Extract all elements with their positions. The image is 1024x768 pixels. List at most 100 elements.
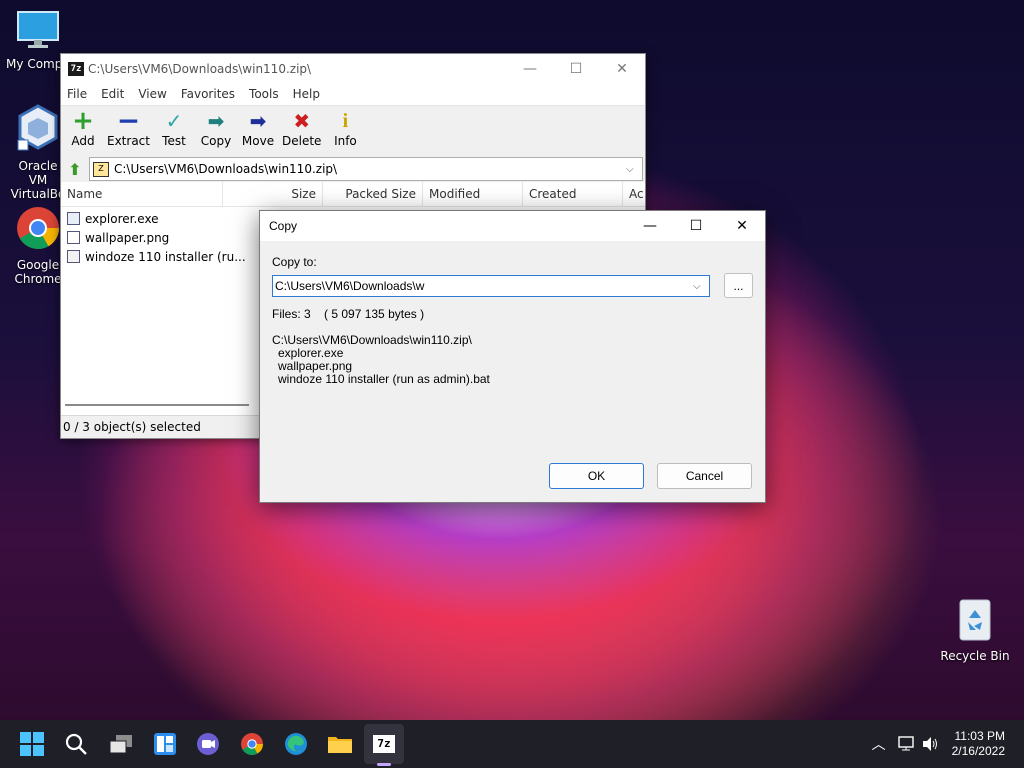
chevron-up-icon[interactable]: ︿ [872,734,886,754]
extract-label: Extract [107,134,150,148]
archive-icon: Z [93,161,109,177]
menu-help[interactable]: Help [293,87,320,101]
test-button[interactable]: ✓ Test [156,106,192,148]
edge-taskbar-button[interactable] [276,724,316,764]
cancel-button[interactable]: Cancel [657,463,752,489]
image-file-icon [67,231,80,244]
up-folder-button[interactable]: ⬆ [61,160,89,179]
menu-bar: File Edit View Favorites Tools Help [61,83,645,105]
close-icon: ✕ [736,218,748,234]
add-icon: + [72,106,94,136]
menu-file[interactable]: File [67,87,87,101]
source-path: C:\Users\VM6\Downloads\win110.zip\ [272,333,472,347]
maximize-icon: ☐ [569,60,583,77]
column-created[interactable]: Created [523,182,623,206]
source-file: explorer.exe [278,346,344,360]
widgets-button[interactable] [145,724,185,764]
close-button[interactable]: ✕ [599,54,645,83]
copy-label: Copy [200,134,232,148]
copy-button[interactable]: ➡ Copy [198,106,234,148]
close-icon: ✕ [616,60,628,77]
windows-logo-icon [20,732,44,756]
address-text: C:\Users\VM6\Downloads\win110.zip\ [114,162,338,176]
minimize-button[interactable]: — [507,54,553,83]
extract-icon: − [116,104,141,137]
task-view-button[interactable] [101,724,141,764]
close-button[interactable]: ✕ [719,212,765,241]
horizontal-scrollbar[interactable] [65,404,249,406]
recycle-bin-icon [937,596,1013,645]
copy-dialog: Copy — ☐ ✕ Copy to: C:\Users\VM6\Downloa… [259,210,766,503]
info-label: Info [334,134,357,148]
seven-zip-taskbar-button[interactable]: 7z [364,724,404,766]
dialog-titlebar[interactable]: Copy — ☐ ✕ [260,211,765,241]
minimize-icon: — [523,60,537,77]
seven-zip-app-icon: 7z [373,735,395,753]
seven-zip-app-icon: 7z [68,61,84,76]
clock[interactable]: 11:03 PM 2/16/2022 [952,729,1005,759]
volume-icon[interactable] [922,736,940,752]
exe-file-icon [67,212,80,225]
chrome-taskbar-button[interactable] [232,724,272,764]
taskbar: 7z ︿ 11:03 PM 2/16/2022 [0,720,1024,768]
maximize-icon: ☐ [689,218,703,234]
destination-path-input[interactable]: C:\Users\VM6\Downloads\w ⌵ [272,275,710,297]
delete-label: Delete [281,134,322,148]
browse-button[interactable]: ... [724,273,753,298]
window-titlebar[interactable]: 7z C:\Users\VM6\Downloads\win110.zip\ — … [61,54,645,83]
start-button[interactable] [12,724,52,764]
folder-icon [328,737,352,753]
copy-icon: ➡ [207,109,225,133]
delete-button[interactable]: ✖ Delete [282,106,321,148]
menu-favorites[interactable]: Favorites [181,87,235,101]
file-name: wallpaper.png [85,230,170,245]
dialog-title: Copy [269,219,298,233]
move-icon: ➡ [249,109,267,133]
add-button[interactable]: + Add [65,106,101,148]
move-button[interactable]: ➡ Move [240,106,276,148]
up-arrow-icon: ⬆ [68,159,82,179]
clock-time: 11:03 PM [954,729,1005,743]
search-button[interactable] [56,724,96,764]
column-packed-size[interactable]: Packed Size [323,182,423,206]
address-combo[interactable]: Z C:\Users\VM6\Downloads\win110.zip\ ⌵ [89,157,643,181]
maximize-button[interactable]: ☐ [673,212,719,241]
destination-path-text: C:\Users\VM6\Downloads\w [275,279,425,293]
test-icon: ✓ [165,109,183,133]
extract-button[interactable]: − Extract [107,104,150,149]
window-title: C:\Users\VM6\Downloads\win110.zip\ [88,61,312,76]
desktop-icon-label: Recycle Bin [940,649,1010,663]
active-app-indicator [377,763,391,766]
column-modified[interactable]: Modified [423,182,523,206]
chevron-down-icon[interactable]: ⌵ [693,281,709,292]
address-bar: ⬆ Z C:\Users\VM6\Downloads\win110.zip\ ⌵ [61,156,645,182]
info-icon: i [342,110,349,132]
delete-icon: ✖ [293,109,311,133]
search-icon [65,733,87,755]
minimize-button[interactable]: — [627,212,673,241]
chrome-icon [241,733,263,755]
desktop-icon-recycle-bin[interactable]: Recycle Bin [937,596,1013,663]
test-label: Test [162,134,186,148]
menu-tools[interactable]: Tools [249,87,279,101]
widgets-icon [154,733,176,755]
teams-chat-button[interactable] [188,724,228,764]
file-explorer-button[interactable] [320,724,360,764]
monitor-icon [0,10,76,53]
clock-date: 2/16/2022 [951,744,1005,758]
menu-view[interactable]: View [138,87,166,101]
source-file: windoze 110 installer (run as admin).bat [278,372,490,386]
column-size[interactable]: Size [223,182,323,206]
column-accessed[interactable]: Ac [623,182,645,206]
menu-edit[interactable]: Edit [101,87,124,101]
column-name[interactable]: Name [61,182,223,206]
maximize-button[interactable]: ☐ [553,54,599,83]
file-name: windoze 110 installer (ru... [85,249,246,264]
move-label: Move [241,134,275,148]
bat-file-icon [67,250,80,263]
network-icon[interactable] [897,736,916,752]
ok-button[interactable]: OK [549,463,644,489]
chevron-down-icon[interactable]: ⌵ [626,164,642,175]
teams-chat-icon [197,733,219,755]
info-button[interactable]: i Info [327,106,363,148]
